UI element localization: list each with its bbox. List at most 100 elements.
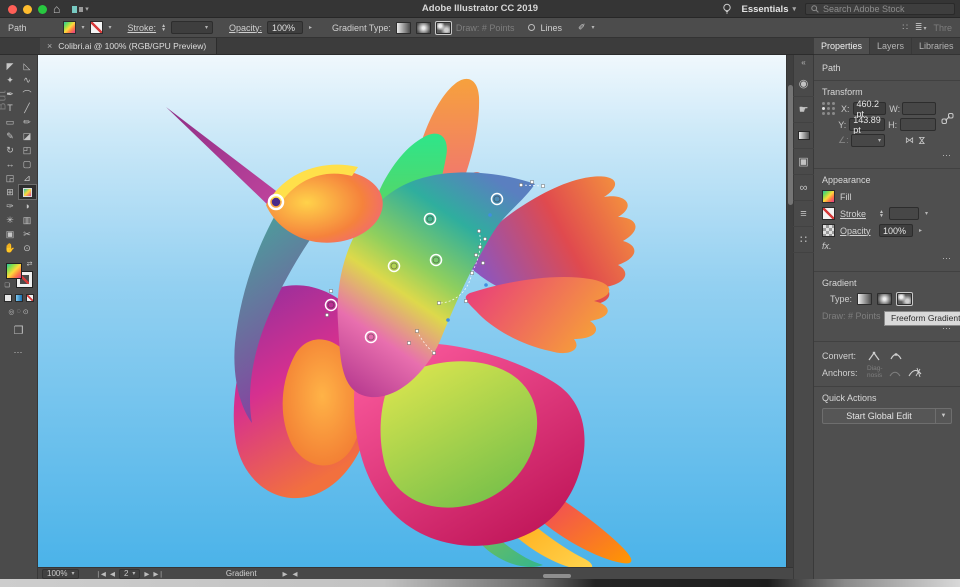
- status-panel-arrow-left[interactable]: ◀: [293, 570, 298, 578]
- radial-gradient-button[interactable]: [416, 22, 431, 34]
- tool-width[interactable]: ↔: [2, 157, 19, 171]
- x-field[interactable]: 460.2 pt: [853, 102, 887, 115]
- cut-path-icon[interactable]: [907, 366, 923, 379]
- tool-mesh[interactable]: ⊞: [2, 185, 19, 199]
- collapse-dock-icon[interactable]: «: [801, 58, 805, 67]
- fill-swatch[interactable]: [63, 21, 76, 34]
- draw-normal-icon[interactable]: ◎: [8, 308, 14, 316]
- none-mode-button[interactable]: [26, 294, 34, 302]
- w-field[interactable]: [902, 102, 936, 115]
- tool-slice[interactable]: ✂: [19, 227, 36, 241]
- tool-magic-wand[interactable]: ✦: [2, 73, 19, 87]
- opacity-label[interactable]: Opacity:: [229, 23, 262, 33]
- tool-curvature[interactable]: ⌒: [19, 87, 36, 101]
- artboards-panel-icon[interactable]: ▣: [793, 149, 814, 175]
- zoom-level-select[interactable]: 100%▾: [42, 569, 79, 579]
- tool-paintbrush[interactable]: ✏: [19, 115, 36, 129]
- status-panel-arrow-right[interactable]: ▶: [283, 570, 288, 578]
- tool-rotate[interactable]: ↻: [2, 143, 19, 157]
- maximize-window-button[interactable]: [38, 5, 47, 14]
- chevron-down-icon[interactable]: ▾: [109, 24, 112, 31]
- search-input[interactable]: Search Adobe Stock: [805, 3, 955, 15]
- chevron-down-icon[interactable]: ▾: [82, 24, 85, 31]
- stroke-weight-value-field[interactable]: [889, 207, 919, 220]
- draw-behind-icon[interactable]: ◌: [17, 308, 21, 316]
- tool-gradient[interactable]: [19, 185, 36, 199]
- tool-pencil[interactable]: ✎: [2, 129, 19, 143]
- global-edit-options-chevron[interactable]: ▼: [936, 408, 952, 424]
- previous-artboard-button[interactable]: ◀: [110, 570, 115, 578]
- tool-rectangle[interactable]: ▭: [2, 115, 19, 129]
- h-field[interactable]: [900, 118, 936, 131]
- horizontal-scrollbar-thumb[interactable]: [543, 574, 571, 578]
- stroke-link[interactable]: Stroke: [840, 209, 874, 219]
- last-artboard-button[interactable]: ▶❘: [153, 570, 163, 578]
- color-mode-button[interactable]: [4, 294, 12, 302]
- tool-scale[interactable]: ◰: [19, 143, 36, 157]
- stroke-weight-stepper[interactable]: ▲▼: [879, 210, 884, 218]
- color-guide-panel-icon[interactable]: ☛: [793, 97, 814, 123]
- color-panel-icon[interactable]: ◉: [793, 71, 814, 97]
- fill-indicator[interactable]: [6, 263, 22, 279]
- y-field[interactable]: 143.89 pt: [849, 118, 885, 131]
- tab-libraries[interactable]: Libraries: [912, 38, 960, 54]
- canvas[interactable]: [38, 55, 786, 567]
- home-icon[interactable]: ⌂: [53, 0, 60, 18]
- panel-linear-gradient-button[interactable]: [857, 293, 872, 305]
- tool-column-graph[interactable]: ▥: [19, 213, 36, 227]
- tool-free-transform[interactable]: ▢: [19, 157, 36, 171]
- screen-mode-icon[interactable]: ❐: [14, 324, 24, 337]
- lines-radio[interactable]: [528, 24, 535, 31]
- tool-eyedropper[interactable]: ✑: [2, 199, 19, 213]
- gradient-mode-button[interactable]: [15, 294, 23, 302]
- tool-shape-builder[interactable]: ◲: [2, 171, 19, 185]
- tool-lasso[interactable]: ∿: [19, 73, 36, 87]
- flip-horizontal-icon[interactable]: ⋈: [905, 135, 914, 146]
- convert-to-smooth-icon[interactable]: [889, 350, 903, 362]
- start-global-edit-button[interactable]: Start Global Edit: [822, 408, 936, 424]
- appearance-fill-swatch[interactable]: [822, 190, 835, 203]
- effects-fx-button[interactable]: fx.: [822, 241, 952, 251]
- close-tab-icon[interactable]: ×: [47, 41, 52, 51]
- freeform-gradient-button[interactable]: [436, 22, 451, 34]
- tool-type[interactable]: T: [2, 101, 19, 115]
- tool-pen[interactable]: ✒: [2, 87, 19, 101]
- chevron-right-icon[interactable]: ▸: [309, 24, 312, 31]
- first-artboard-button[interactable]: ❘◀: [95, 570, 105, 578]
- draw-inside-icon[interactable]: ⊙: [23, 308, 29, 316]
- panel-options-icon[interactable]: ≣▾: [915, 22, 927, 33]
- reference-point-locator[interactable]: [822, 102, 835, 115]
- tab-layers[interactable]: Layers: [870, 38, 912, 54]
- edit-toolbar-icon[interactable]: ⋯: [14, 347, 24, 358]
- chevron-down-icon[interactable]: ▾: [592, 24, 595, 31]
- tool-eraser[interactable]: ◪: [19, 129, 36, 143]
- artboard-number-select[interactable]: 2▾: [119, 569, 140, 579]
- document-tab[interactable]: × Colibri.ai @ 100% (RGB/GPU Preview): [40, 38, 217, 54]
- linear-gradient-button[interactable]: [396, 22, 411, 34]
- stroke-weight-label[interactable]: Stroke:: [128, 23, 157, 33]
- app-switcher-icon[interactable]: ▾: [72, 5, 89, 13]
- tool-line-segment[interactable]: ╱: [19, 101, 36, 115]
- tool-selection[interactable]: ◤: [2, 59, 19, 73]
- lightbulb-icon[interactable]: [722, 3, 732, 15]
- tab-properties[interactable]: Properties: [814, 38, 870, 54]
- opacity-link[interactable]: Opacity: [840, 226, 874, 236]
- vertical-scrollbar-thumb[interactable]: [788, 85, 793, 205]
- convert-to-corner-icon[interactable]: [867, 350, 881, 362]
- tool-artboard[interactable]: ▣: [2, 227, 19, 241]
- transform-panel-panel-icon[interactable]: ∷: [793, 227, 814, 253]
- tool-zoom[interactable]: ⊙: [19, 241, 36, 255]
- appearance-opacity-field[interactable]: 100%: [879, 224, 913, 237]
- fill-stroke-indicator[interactable]: ⇄ ❏: [6, 263, 32, 287]
- gradient-annotator-icon[interactable]: ✐: [578, 22, 586, 33]
- close-window-button[interactable]: [8, 5, 17, 14]
- tool-direct-selection[interactable]: ◺: [19, 59, 36, 73]
- align-options-icon[interactable]: ∷: [902, 22, 908, 33]
- flip-vertical-icon[interactable]: ⋈: [916, 136, 927, 145]
- opacity-field[interactable]: 100%: [267, 21, 303, 34]
- tool-blend[interactable]: ◑: [19, 199, 36, 213]
- stroke-stepper[interactable]: ▲▼: [161, 24, 166, 32]
- transform-more-options-icon[interactable]: ⋯: [822, 150, 952, 161]
- appearance-more-options-icon[interactable]: ⋯: [822, 253, 952, 264]
- links-panel-icon[interactable]: ∞: [793, 175, 814, 201]
